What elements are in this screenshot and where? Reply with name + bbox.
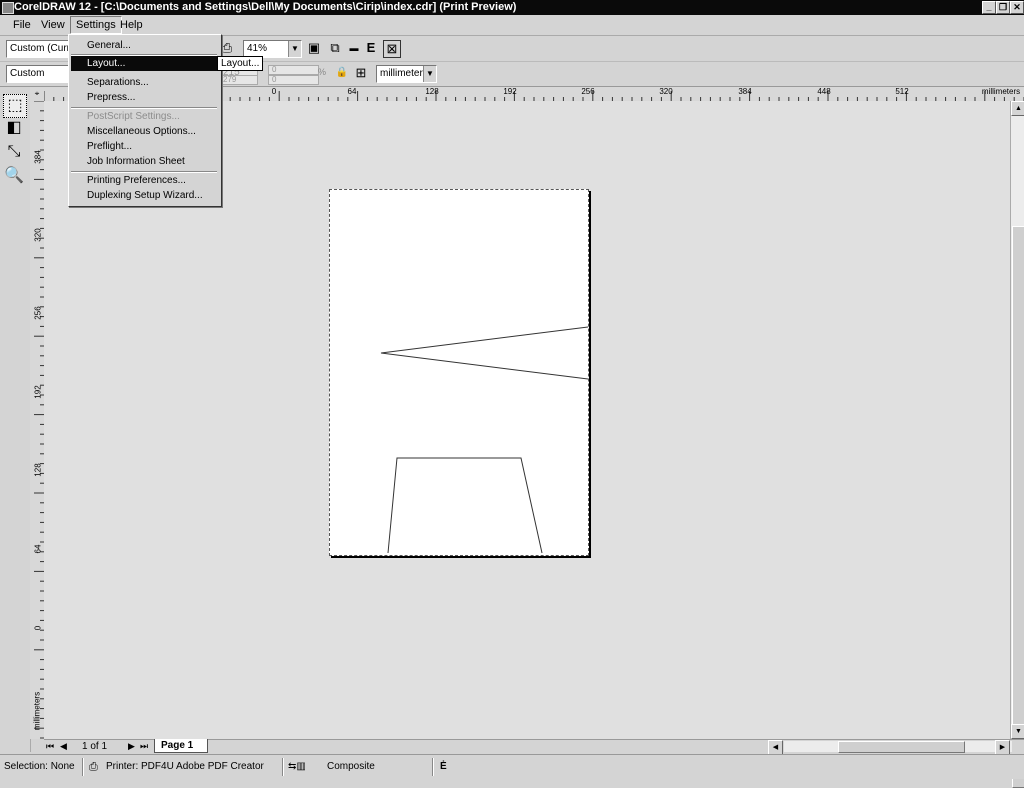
triangle-shape[interactable] [380, 326, 588, 380]
vruler-label: 0 [33, 625, 43, 631]
status-bar: Selection: None ⎙ Printer: PDF4U Adobe P… [0, 754, 1024, 779]
menu-file[interactable]: File [8, 17, 36, 33]
hruler-units: millimeters [981, 87, 1021, 96]
emulsion-indicator-icon: Ė [440, 761, 447, 772]
color-mode-status: Composite [327, 761, 375, 772]
first-page-icon[interactable]: ⏮ [46, 740, 54, 753]
vruler-label: 128 [33, 463, 43, 477]
hruler-label: 384 [738, 87, 752, 96]
menu-settings[interactable]: Settings [70, 16, 122, 34]
units-value: millimeters [380, 68, 428, 79]
page-tab[interactable]: Page 1 [154, 739, 209, 753]
vruler-ticks [34, 101, 44, 739]
separations-icon[interactable]: ⧉ [327, 40, 343, 56]
print-style-combo[interactable]: Custom (Curren [6, 40, 71, 58]
window-title: CorelDRAW 12 - [C:\Documents and Setting… [14, 1, 517, 13]
settings-dropdown: General... Layout... Separations... Prep… [68, 34, 222, 207]
zoom-icon[interactable]: 🔍 [3, 165, 25, 187]
ruler-corner-icon[interactable]: ⌖ [30, 87, 45, 102]
hruler-label: 512 [895, 87, 909, 96]
menu-item-job-information-sheet[interactable]: Job Information Sheet [71, 154, 217, 169]
horizontal-scroll-thumb[interactable] [838, 741, 965, 753]
full-screen-icon[interactable]: ▣ [306, 40, 322, 56]
hruler-label: 64 [347, 87, 357, 96]
menu-item-prepress[interactable]: Prepress... [71, 90, 217, 105]
status-separator [82, 758, 84, 776]
percent-label: % [318, 67, 327, 77]
restore-button[interactable]: ❐ [996, 1, 1010, 14]
menu-item-general[interactable]: General... [71, 38, 217, 53]
menu-item-preflight[interactable]: Preflight... [71, 139, 217, 154]
units-combo[interactable]: millimeters ▼ [376, 65, 437, 83]
last-page-icon[interactable]: ⏭ [140, 740, 148, 753]
menu-bar: File View Settings Help [0, 15, 1024, 36]
selection-status: Selection: None [4, 761, 75, 772]
imposition-layout-icon[interactable]: ◧ [3, 117, 25, 139]
vruler-label: 256 [33, 306, 43, 320]
hruler-label: 448 [817, 87, 831, 96]
menu-item-postscript-settings: PostScript Settings... [87, 111, 180, 122]
next-page-icon[interactable]: ▶ [128, 740, 135, 753]
page-navigator-bar: ⏮ ◀ 1 of 1 ▶ ⏭ Page 1 ◀ ▶ [44, 739, 1024, 755]
vruler-label: 192 [33, 385, 43, 399]
scroll-down-icon[interactable]: ▼ [1011, 724, 1024, 739]
title-bar: CorelDRAW 12 - [C:\Documents and Setting… [0, 0, 1024, 15]
close-preview-icon[interactable]: ⊠ [383, 40, 401, 58]
prev-page-icon[interactable]: ◀ [60, 740, 67, 753]
tooltip: Layout... [217, 56, 264, 71]
trapezoid-shape[interactable] [387, 457, 543, 554]
app-icon [2, 2, 14, 14]
hruler-label: 0 [271, 87, 277, 96]
page-counter: 1 of 1 [82, 741, 108, 752]
zoom-value: 41% [247, 43, 268, 54]
preset-combo[interactable]: Custom [6, 65, 71, 83]
printer-status: Printer: PDF4U Adobe PDF Creator [106, 761, 264, 772]
hruler-label: 320 [659, 87, 673, 96]
menu-item-duplexing-setup-wizard[interactable]: Duplexing Setup Wizard... [71, 188, 217, 203]
vruler-label: 320 [33, 228, 43, 242]
chevron-down-icon[interactable]: ▼ [423, 66, 436, 82]
grid-icon[interactable]: ⊞ [353, 65, 369, 81]
color-mode-icon: ⇆▥ [288, 761, 306, 772]
page-artwork [380, 326, 588, 554]
horizontal-scroll-track[interactable] [784, 741, 1012, 753]
height-field[interactable]: 279 [219, 75, 258, 85]
close-button[interactable]: ✕ [1010, 1, 1024, 14]
hruler-label: 128 [425, 87, 439, 96]
scroll-up-icon[interactable]: ▲ [1011, 101, 1024, 116]
menu-item-miscellaneous-options[interactable]: Miscellaneous Options... [71, 124, 217, 139]
lock-icon[interactable]: 🔒 [334, 65, 350, 81]
menu-item-printing-preferences[interactable]: Printing Preferences... [71, 173, 217, 188]
hruler-label: 192 [503, 87, 517, 96]
menu-item-layout[interactable]: Layout... [71, 56, 217, 71]
pick-tool-icon[interactable]: ⬚ [3, 94, 27, 118]
minimize-button[interactable]: _ [982, 1, 996, 14]
menu-view[interactable]: View [36, 17, 70, 33]
menu-help[interactable]: Help [115, 17, 148, 33]
status-separator [282, 758, 284, 776]
chevron-down-icon[interactable]: ▼ [288, 41, 301, 57]
printer-icon: ⎙ [89, 761, 98, 773]
scroll-left-icon[interactable]: ◀ [768, 740, 783, 755]
status-separator [432, 758, 434, 776]
preview-page[interactable] [329, 189, 589, 556]
toolbox: ⬚ ◧ ⤡ 🔍 [0, 87, 31, 752]
vruler-units: millimeters [32, 691, 42, 731]
vruler-label: 384 [33, 150, 43, 164]
marks-placement-icon[interactable]: ⤡ [3, 141, 25, 163]
pos-x-field[interactable]: 0 [268, 65, 319, 75]
scroll-right-icon[interactable]: ▶ [995, 740, 1010, 755]
invert-icon[interactable]: ▬ [346, 40, 362, 56]
vertical-scrollbar[interactable]: ▲ ▼ [1010, 101, 1024, 788]
scroll-thumb[interactable] [1012, 226, 1024, 788]
vertical-ruler[interactable]: 384 320 256 192 128 64 0 millimeters [30, 101, 45, 739]
pos-y-field[interactable]: 0 [268, 75, 319, 85]
emulsion-down-icon[interactable]: E [363, 40, 379, 56]
hruler-label: 256 [581, 87, 595, 96]
vruler-label: 64 [33, 544, 43, 554]
menu-item-separations[interactable]: Separations... [71, 75, 217, 90]
